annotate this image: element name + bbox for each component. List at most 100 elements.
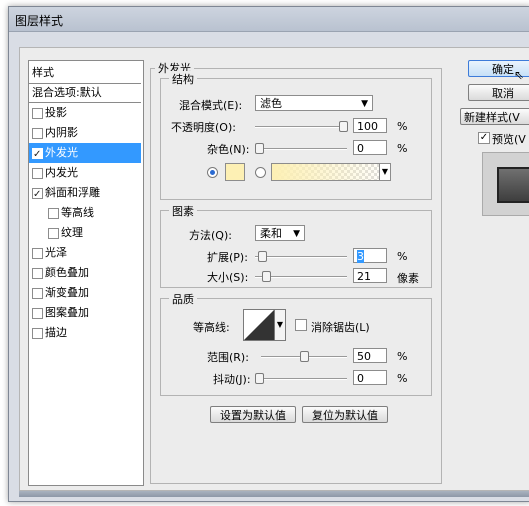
style-item[interactable]: 描边 [29, 323, 141, 343]
jitter-slider-thumb[interactable] [255, 373, 264, 384]
new-style-button[interactable]: 新建样式(V [460, 108, 529, 125]
technique-label: 方法(Q): [189, 229, 232, 242]
blend-mode-select[interactable]: 滤色 ▼ [255, 95, 373, 111]
style-item-checkbox[interactable] [32, 248, 43, 259]
size-input[interactable]: 21 [353, 268, 387, 283]
noise-input[interactable]: 0 [353, 140, 387, 155]
style-item-checkbox[interactable] [32, 145, 43, 165]
contour-dropdown[interactable]: ▼ [274, 309, 286, 341]
style-item-label: 内发光 [45, 166, 78, 179]
style-item-label: 纹理 [61, 226, 83, 239]
noise-slider-thumb[interactable] [255, 143, 264, 154]
chevron-down-icon: ▼ [276, 320, 284, 329]
structure-group: 结构 混合模式(E): 滤色 ▼ 不透明度(O): 100 % 杂色(N): 0… [160, 71, 432, 200]
size-unit: 像素 [397, 272, 419, 285]
solid-color-radio[interactable] [207, 167, 218, 178]
style-item[interactable]: 等高线 [29, 203, 141, 223]
gradient-radio[interactable] [255, 167, 266, 178]
noise-unit: % [397, 142, 408, 155]
spread-slider-thumb[interactable] [257, 251, 267, 262]
style-item[interactable]: 渐变叠加 [29, 283, 141, 303]
mouse-cursor-icon: ⇖ [514, 68, 525, 82]
size-label: 大小(S): [207, 271, 249, 284]
spread-value: 3 [357, 250, 364, 263]
style-item-checkbox[interactable] [32, 268, 43, 279]
opacity-slider-track[interactable] [255, 126, 347, 128]
chevron-down-icon: ▼ [361, 99, 368, 109]
antialias-label: 消除锯齿(L) [311, 321, 370, 334]
preview-checkbox[interactable]: ✓ [478, 132, 490, 144]
style-item-checkbox[interactable] [32, 308, 43, 319]
style-item-checkbox[interactable] [48, 208, 59, 219]
technique-select[interactable]: 柔和 ▼ [255, 225, 305, 241]
style-item-label: 等高线 [61, 206, 94, 219]
noise-slider-track[interactable] [255, 148, 347, 150]
reset-default-button[interactable]: 复位为默认值 [302, 406, 388, 423]
title-bar[interactable]: 图层样式 [9, 7, 529, 32]
opacity-label: 不透明度(O): [171, 121, 236, 134]
style-item-checkbox[interactable] [32, 328, 43, 339]
style-preview-box [482, 152, 529, 216]
opacity-slider-thumb[interactable] [339, 121, 348, 132]
style-item-label: 颜色叠加 [45, 266, 89, 279]
blend-mode-label: 混合模式(E): [179, 99, 243, 112]
cancel-button[interactable]: 取消 [468, 84, 529, 101]
style-item-checkbox[interactable] [32, 108, 43, 119]
elements-group: 图素 方法(Q): 柔和 ▼ 扩展(P): 3 % 大小(S): 21 像素 [160, 203, 432, 288]
style-item[interactable]: 斜面和浮雕 [29, 183, 141, 205]
contour-label: 等高线: [193, 321, 230, 334]
style-item[interactable]: 投影 [29, 103, 141, 123]
contour-curve-icon [244, 310, 274, 340]
styles-list-header: 样式 [32, 66, 54, 79]
quality-title: 品质 [169, 291, 197, 307]
antialias-checkbox[interactable] [295, 319, 307, 331]
make-default-button[interactable]: 设置为默认值 [210, 406, 296, 423]
style-item-label: 光泽 [45, 246, 67, 259]
style-item-label: 混合选项:默认 [32, 86, 102, 99]
spread-slider-track[interactable] [255, 256, 347, 258]
noise-label: 杂色(N): [207, 143, 250, 156]
style-item[interactable]: 光泽 [29, 243, 141, 263]
quality-group: 品质 等高线: ▼ 消除锯齿(L) 范围(R): 50 % 抖动(J): 0 % [160, 291, 432, 396]
chevron-down-icon: ▼ [293, 229, 300, 239]
style-item-label: 描边 [45, 326, 67, 339]
style-item-label: 图案叠加 [45, 306, 89, 319]
opacity-input[interactable]: 100 [353, 118, 387, 133]
glow-color-swatch[interactable] [225, 163, 245, 181]
style-item[interactable]: 纹理 [29, 223, 141, 243]
style-item-label: 斜面和浮雕 [45, 186, 100, 199]
style-item[interactable]: 混合选项:默认 [29, 83, 141, 103]
spread-unit: % [397, 250, 408, 263]
structure-title: 结构 [169, 71, 197, 87]
range-input[interactable]: 50 [353, 348, 387, 363]
style-item-label: 外发光 [45, 146, 78, 159]
range-slider-thumb[interactable] [300, 351, 309, 362]
window-title: 图层样式 [15, 14, 64, 28]
style-item-checkbox[interactable] [48, 228, 59, 239]
style-item[interactable]: 内阴影 [29, 123, 141, 143]
range-unit: % [397, 350, 408, 363]
style-item[interactable]: 颜色叠加 [29, 263, 141, 283]
style-item[interactable]: 图案叠加 [29, 303, 141, 323]
size-slider-thumb[interactable] [262, 271, 272, 282]
style-item[interactable]: 外发光 [29, 143, 141, 165]
style-preview-swatch [497, 167, 529, 203]
glow-gradient-picker[interactable]: ▼ [271, 163, 391, 181]
blend-mode-value: 滤色 [260, 97, 282, 110]
jitter-label: 抖动(J): [213, 373, 251, 386]
range-label: 范围(R): [207, 351, 249, 364]
spread-input[interactable]: 3 [353, 248, 387, 263]
style-item[interactable]: 内发光 [29, 163, 141, 183]
layer-style-dialog: 图层样式 样式 混合选项:默认投影内阴影外发光内发光斜面和浮雕等高线纹理光泽颜色… [8, 6, 529, 502]
jitter-input[interactable]: 0 [353, 370, 387, 385]
bottom-frame [19, 491, 529, 497]
style-item-checkbox[interactable] [32, 128, 43, 139]
preview-label: 预览(V [492, 133, 526, 146]
style-item-checkbox[interactable] [32, 168, 43, 179]
contour-preview[interactable] [243, 309, 275, 341]
style-item-checkbox[interactable] [32, 288, 43, 299]
jitter-slider-track[interactable] [255, 378, 347, 380]
style-item-checkbox[interactable] [32, 185, 43, 205]
spread-label: 扩展(P): [207, 251, 248, 264]
elements-title: 图素 [169, 203, 197, 219]
